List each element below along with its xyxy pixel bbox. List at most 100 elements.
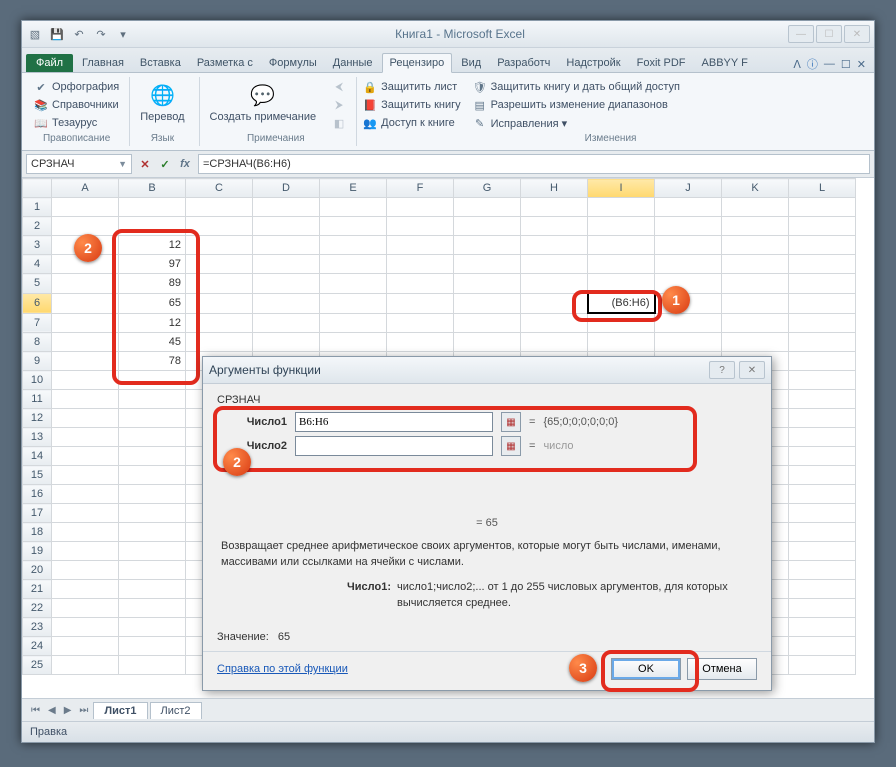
row-header[interactable]: 8 [23,333,52,352]
col-header[interactable]: B [119,179,186,198]
col-header[interactable]: D [253,179,320,198]
col-header[interactable]: K [722,179,789,198]
row-header[interactable]: 21 [23,580,52,599]
col-header[interactable]: I [588,179,655,198]
row-header[interactable]: 25 [23,656,52,675]
dialog-titlebar[interactable]: Аргументы функции ? ✕ [203,357,771,384]
group-comments: 💬 Создать примечание ⮜ ⮞ ◧ Примечания [200,77,358,146]
row-header[interactable]: 11 [23,390,52,409]
group-label-language: Язык [134,131,190,144]
maximize-button[interactable]: ☐ [816,25,842,43]
col-header[interactable]: F [387,179,454,198]
row-header[interactable]: 13 [23,428,52,447]
row-header[interactable]: 15 [23,466,52,485]
ribbon-minimize-icon[interactable]: ᐱ [793,58,801,71]
tab-view[interactable]: Вид [454,54,488,72]
col-header[interactable]: G [454,179,521,198]
badge-1: 1 [662,286,690,314]
sheet-nav-next-icon[interactable]: ▶ [61,705,75,716]
window-controls: — ☐ ✕ [788,25,870,43]
track-icon: ✎ [473,116,487,130]
sheet-tab[interactable]: Лист1 [93,702,147,719]
select-all-corner[interactable] [23,179,52,198]
btn-protect-book[interactable]: 📕Защитить книгу [361,97,463,113]
btn-allow-ranges[interactable]: ▤Разрешить изменение диапазонов [471,97,682,113]
tab-layout[interactable]: Разметка с [190,54,260,72]
col-header[interactable]: C [186,179,253,198]
col-header[interactable]: J [655,179,722,198]
col-header[interactable]: L [789,179,856,198]
btn-protect-share[interactable]: 🛡Защитить книгу и дать общий доступ [471,79,682,95]
redo-icon[interactable]: ↷ [92,25,110,43]
dialog-close-icon[interactable]: ✕ [739,361,765,379]
btn-protect-sheet[interactable]: 🔒Защитить лист [361,79,463,95]
doc-min-icon[interactable]: — [824,58,835,70]
row-header[interactable]: 20 [23,561,52,580]
help-icon[interactable]: ⓘ [807,56,818,72]
btn-translate[interactable]: 🌐 Перевод [134,79,190,125]
tab-home[interactable]: Главная [75,54,131,72]
excel-icon: ▧ [26,25,44,43]
row-header[interactable]: 9 [23,352,52,371]
row-header[interactable]: 23 [23,618,52,637]
row-header[interactable]: 18 [23,523,52,542]
tab-foxit[interactable]: Foxit PDF [630,54,693,72]
help-link[interactable]: Справка по этой функции [217,663,348,675]
col-header[interactable]: A [52,179,119,198]
row-header[interactable]: 17 [23,504,52,523]
tab-developer[interactable]: Разработч [490,54,557,72]
fx-icon[interactable]: fx [176,155,194,173]
dialog-help-icon[interactable]: ? [709,361,735,379]
tab-formulas[interactable]: Формулы [262,54,324,72]
tab-review[interactable]: Рецензиро [382,53,453,73]
sheet-nav-prev-icon[interactable]: ◀ [45,705,59,716]
btn-track-changes[interactable]: ✎Исправления ▾ [471,115,682,131]
row-header[interactable]: 16 [23,485,52,504]
tab-file[interactable]: Файл [26,54,73,72]
row-header[interactable]: 22 [23,599,52,618]
accept-formula-icon[interactable]: ✓ [156,155,174,173]
row-header[interactable]: 3 [23,236,52,255]
btn-research[interactable]: 📚Справочники [32,97,121,113]
row-header[interactable]: 6 [23,293,52,313]
row-header[interactable]: 1 [23,198,52,217]
tab-addins[interactable]: Надстройк [559,54,627,72]
row-header[interactable]: 2 [23,217,52,236]
row-header[interactable]: 14 [23,447,52,466]
col-header[interactable]: H [521,179,588,198]
minimize-button[interactable]: — [788,25,814,43]
sheet-nav-first-icon[interactable]: ⏮ [28,705,43,716]
sheet-nav-last-icon[interactable]: ⏭ [76,705,91,716]
doc-close-icon[interactable]: ✕ [857,58,866,71]
cancel-formula-icon[interactable]: ✕ [136,155,154,173]
row-header[interactable]: 7 [23,313,52,333]
book-lock-icon: 📕 [363,98,377,112]
name-box[interactable]: СРЗНАЧ▼ [26,154,132,174]
doc-max-icon[interactable]: ☐ [841,58,851,71]
tab-abbyy[interactable]: ABBYY F [695,54,755,72]
row-header[interactable]: 10 [23,371,52,390]
col-header[interactable]: E [320,179,387,198]
undo-icon[interactable]: ↶ [70,25,88,43]
title-bar: ▧ 💾 ↶ ↷ ▾ Книга1 - Microsoft Excel — ☐ ✕ [22,21,874,48]
ribbon-tabs: Файл Главная Вставка Разметка с Формулы … [22,48,874,73]
row-header[interactable]: 4 [23,255,52,274]
row-header[interactable]: 5 [23,274,52,294]
chevron-down-icon[interactable]: ▼ [118,159,127,169]
formula-bar[interactable]: =СРЗНАЧ(B6:H6) [198,154,870,174]
close-button[interactable]: ✕ [844,25,870,43]
btn-thesaurus[interactable]: 📖Тезаурус [32,115,121,131]
translate-icon: 🌐 [148,81,176,109]
tab-data[interactable]: Данные [326,54,380,72]
btn-new-comment[interactable]: 💬 Создать примечание [204,79,323,125]
save-icon[interactable]: 💾 [48,25,66,43]
row-header[interactable]: 19 [23,542,52,561]
btn-share-book[interactable]: 👥Доступ к книге [361,115,463,131]
row-header[interactable]: 24 [23,637,52,656]
sheet-tab[interactable]: Лист2 [150,702,202,719]
qat-dropdown-icon[interactable]: ▾ [114,25,132,43]
row-header[interactable]: 12 [23,409,52,428]
worksheet-grid[interactable]: A B C D E F G H I J K L 1 2 312 497 589 … [22,178,874,698]
tab-insert[interactable]: Вставка [133,54,188,72]
btn-spelling[interactable]: ✔Орфография [32,79,121,95]
